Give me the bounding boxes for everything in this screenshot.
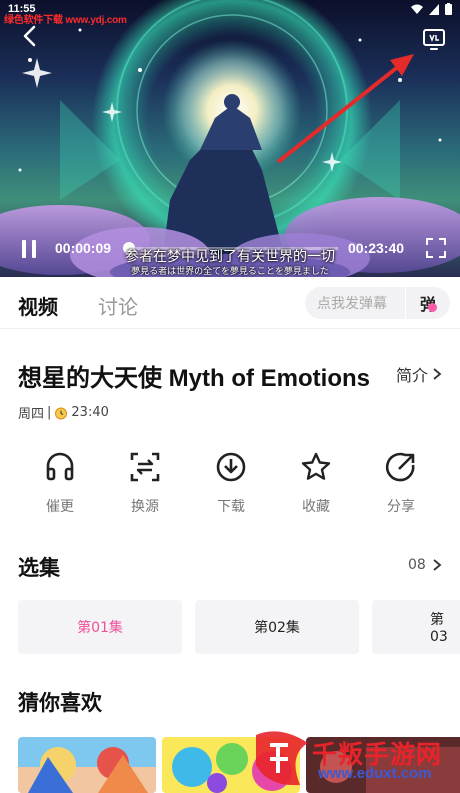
schedule-separator: | xyxy=(47,405,52,420)
switch-source-icon xyxy=(130,452,160,482)
download-button[interactable]: 下载 xyxy=(201,450,261,516)
site-watermark-url: www.eduxt.com xyxy=(318,765,432,782)
download-label: 下载 xyxy=(217,499,245,515)
episode-card[interactable]: 第03 xyxy=(372,600,460,654)
schedule-info: 周四 | 23:40 xyxy=(18,403,109,422)
recommend-thumbnail-image xyxy=(18,737,156,793)
tv-cast-icon xyxy=(423,29,445,50)
chevron-left-icon xyxy=(23,25,36,47)
content-tabs: 视频 讨论 点我发弹幕 弹 xyxy=(0,277,460,329)
danmaku-input[interactable]: 点我发弹幕 xyxy=(317,293,387,313)
episodes-count: 08 xyxy=(408,557,426,573)
danmaku-settings-dot xyxy=(428,303,437,312)
share-icon xyxy=(385,452,415,482)
share-button[interactable]: 分享 xyxy=(371,450,431,516)
chevron-right-icon xyxy=(433,368,442,380)
tab-discussion[interactable]: 讨论 xyxy=(98,291,138,320)
alarm-clock-icon xyxy=(55,407,68,419)
cast-button[interactable] xyxy=(421,26,447,52)
schedule-day: 周四 xyxy=(18,407,45,422)
urge-update-button[interactable]: 催更 xyxy=(30,450,90,516)
episodes-count-link[interactable]: 08 xyxy=(408,557,442,573)
danmaku-bar: 点我发弹幕 弹 xyxy=(305,287,450,319)
episode-card[interactable]: 第02集 xyxy=(195,600,359,654)
switch-source-button[interactable]: 换源 xyxy=(115,450,175,516)
episode-card[interactable]: 第01集 xyxy=(18,600,182,654)
schedule-time: 23:40 xyxy=(71,405,109,420)
favorite-button[interactable]: 收藏 xyxy=(286,450,346,516)
download-icon xyxy=(216,452,246,482)
intro-label: 简介 xyxy=(396,366,429,385)
switch-source-label: 换源 xyxy=(131,499,159,515)
episodes-title: 选集 xyxy=(18,556,60,580)
share-label: 分享 xyxy=(387,499,415,515)
video-player[interactable]: 11:55 绿色软件下载 www.ydj.com 00:00:09 00:23:… xyxy=(0,0,460,277)
danmaku-toggle-button[interactable]: 弹 xyxy=(406,287,450,319)
chevron-right-icon xyxy=(433,559,442,571)
battery-icon xyxy=(445,3,452,15)
action-bar: 催更 换源 下载 收藏 分享 xyxy=(0,450,460,520)
tab-video[interactable]: 视频 xyxy=(18,291,58,320)
wifi-icon xyxy=(411,4,423,14)
recommend-title: 猜你喜欢 xyxy=(18,691,102,715)
signal-icon xyxy=(429,3,439,15)
recommend-thumbnail[interactable] xyxy=(18,737,156,793)
favorite-label: 收藏 xyxy=(302,499,330,515)
star-icon xyxy=(301,452,331,480)
subtitle-original-line: 夢見る者は世界の全てを夢見ることを夢見ました xyxy=(131,267,329,277)
back-button[interactable] xyxy=(16,22,44,50)
intro-link[interactable]: 简介 xyxy=(396,362,442,386)
status-icons xyxy=(411,3,452,15)
headphones-icon xyxy=(46,452,74,481)
subtitle-line: 参者在梦中见到了有关世界的一切 xyxy=(125,249,335,265)
anime-title: 想星的大天使 Myth of Emotions xyxy=(18,365,370,392)
urge-update-label: 催更 xyxy=(46,499,74,515)
